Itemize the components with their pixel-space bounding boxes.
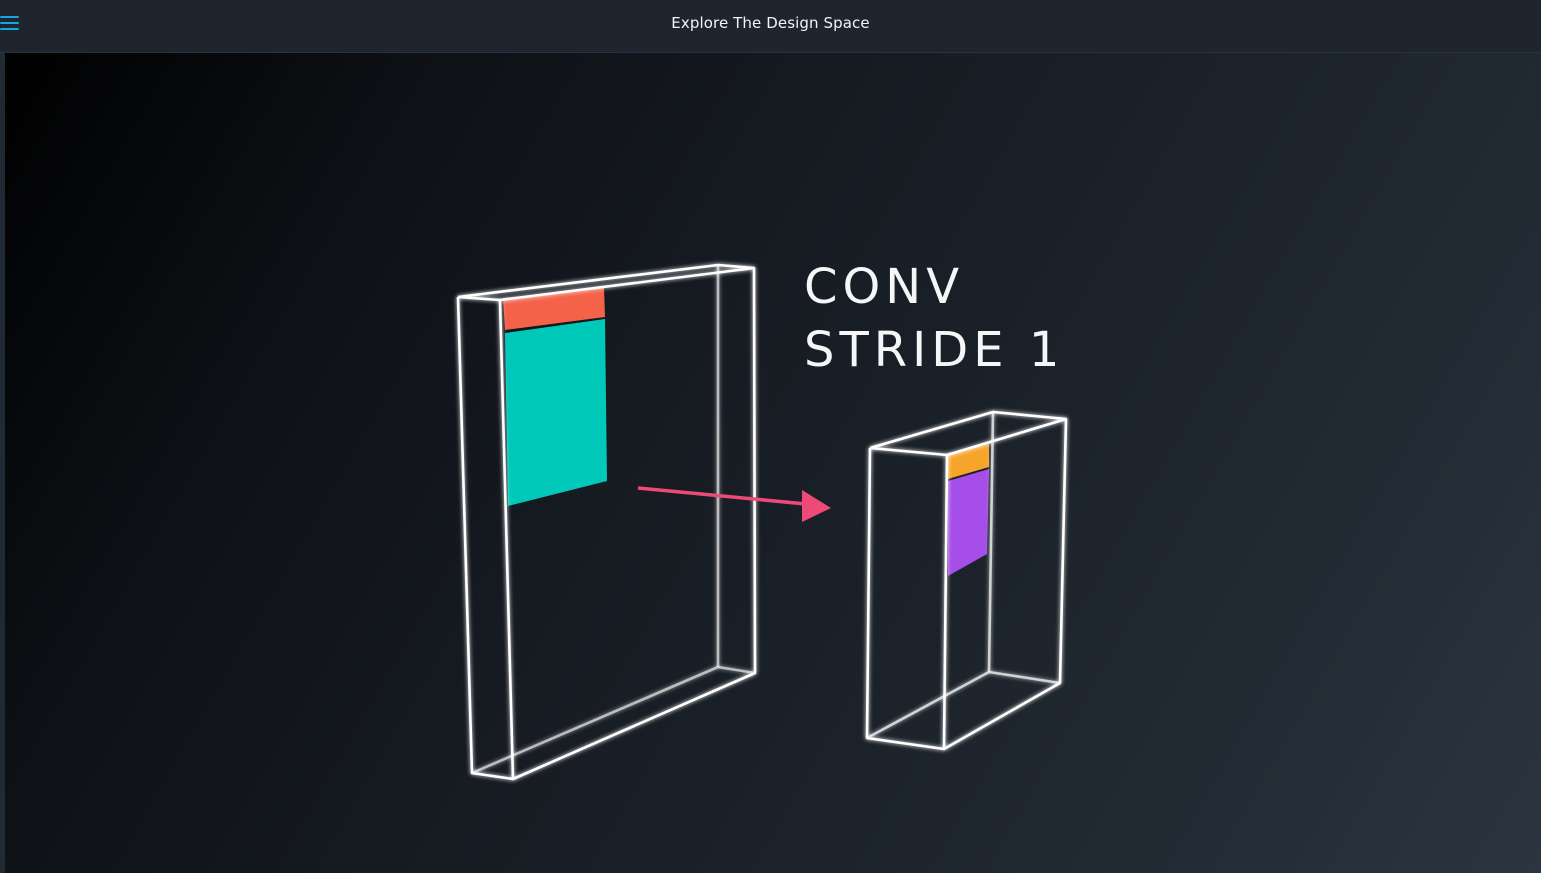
stride-label: STRIDE 1 <box>804 322 1064 378</box>
output-patch-main <box>948 469 989 576</box>
conv-label: CONV <box>804 259 964 315</box>
arrow-icon <box>637 486 831 522</box>
video-frame: CONV STRIDE 1 <box>456 259 1068 781</box>
input-patch-main <box>505 319 607 506</box>
input-volume-wireframe <box>456 263 757 781</box>
